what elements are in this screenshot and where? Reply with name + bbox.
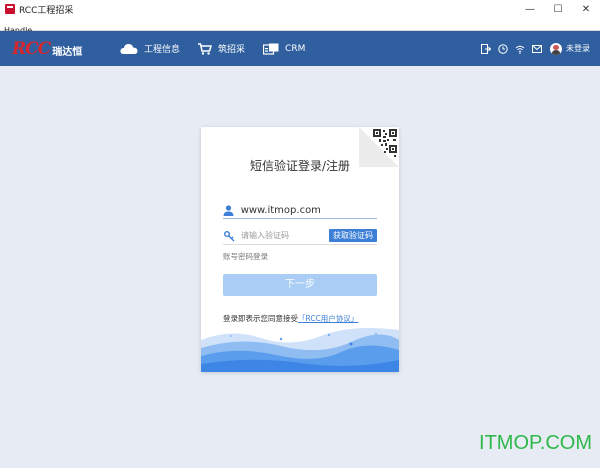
window-title: RCC工程招采 xyxy=(19,5,74,16)
maximize-button[interactable]: ☐ xyxy=(544,0,572,18)
site-watermark: ITMOP.COM xyxy=(479,432,592,454)
avatar[interactable] xyxy=(550,42,562,55)
cart-icon xyxy=(198,42,213,55)
nav-right-tools: 未登录 xyxy=(474,31,590,66)
wave-decoration xyxy=(201,328,399,372)
password-login-link[interactable]: 账号密码登录 xyxy=(223,251,268,262)
mail-icon[interactable] xyxy=(532,44,542,54)
nav-item-procurement[interactable]: 筑招采 xyxy=(198,42,245,55)
menu-bar: Handle xyxy=(0,18,600,35)
logo-mark: RCC xyxy=(12,38,51,59)
clock-icon[interactable] xyxy=(498,43,508,54)
nav-item-crm[interactable]: CRM xyxy=(263,43,305,55)
logo-text: 瑞达恒 xyxy=(52,46,83,58)
nav-item-engineering-info[interactable]: 工程信息 xyxy=(120,42,180,55)
logo: RCC 瑞达恒 xyxy=(12,39,102,59)
exit-icon[interactable] xyxy=(481,43,491,54)
nav-item-label: 工程信息 xyxy=(144,45,181,55)
phone-field xyxy=(223,202,377,219)
get-code-button[interactable]: 获取验证码 xyxy=(329,229,377,242)
window-titlebar: RCC工程招采 — ☐ ✕ xyxy=(0,0,600,18)
window-controls: — ☐ ✕ xyxy=(516,0,600,18)
phone-input[interactable] xyxy=(240,203,377,217)
nav-item-label: 筑招采 xyxy=(218,45,246,55)
minimize-button[interactable]: — xyxy=(516,0,544,18)
top-navbar: RCC 瑞达恒 工程信息 筑招采 CRM 未登录 xyxy=(0,31,600,66)
user-icon xyxy=(223,204,235,216)
app-icon xyxy=(5,4,15,14)
login-card: 短信验证登录/注册 获取验证码 账号密码登录 下一步 登录即表示您同意接受「RC… xyxy=(201,127,399,372)
close-button[interactable]: ✕ xyxy=(572,0,600,18)
login-state[interactable]: 未登录 xyxy=(566,43,590,54)
key-icon xyxy=(223,230,235,242)
crm-icon xyxy=(263,43,279,55)
cloud-icon xyxy=(120,43,138,54)
login-title: 短信验证登录/注册 xyxy=(249,159,351,173)
code-input[interactable] xyxy=(241,229,331,243)
nav-item-label: CRM xyxy=(285,43,306,54)
wifi-icon[interactable] xyxy=(515,44,525,54)
code-field: 获取验证码 xyxy=(223,228,377,245)
next-button[interactable]: 下一步 xyxy=(223,274,377,296)
